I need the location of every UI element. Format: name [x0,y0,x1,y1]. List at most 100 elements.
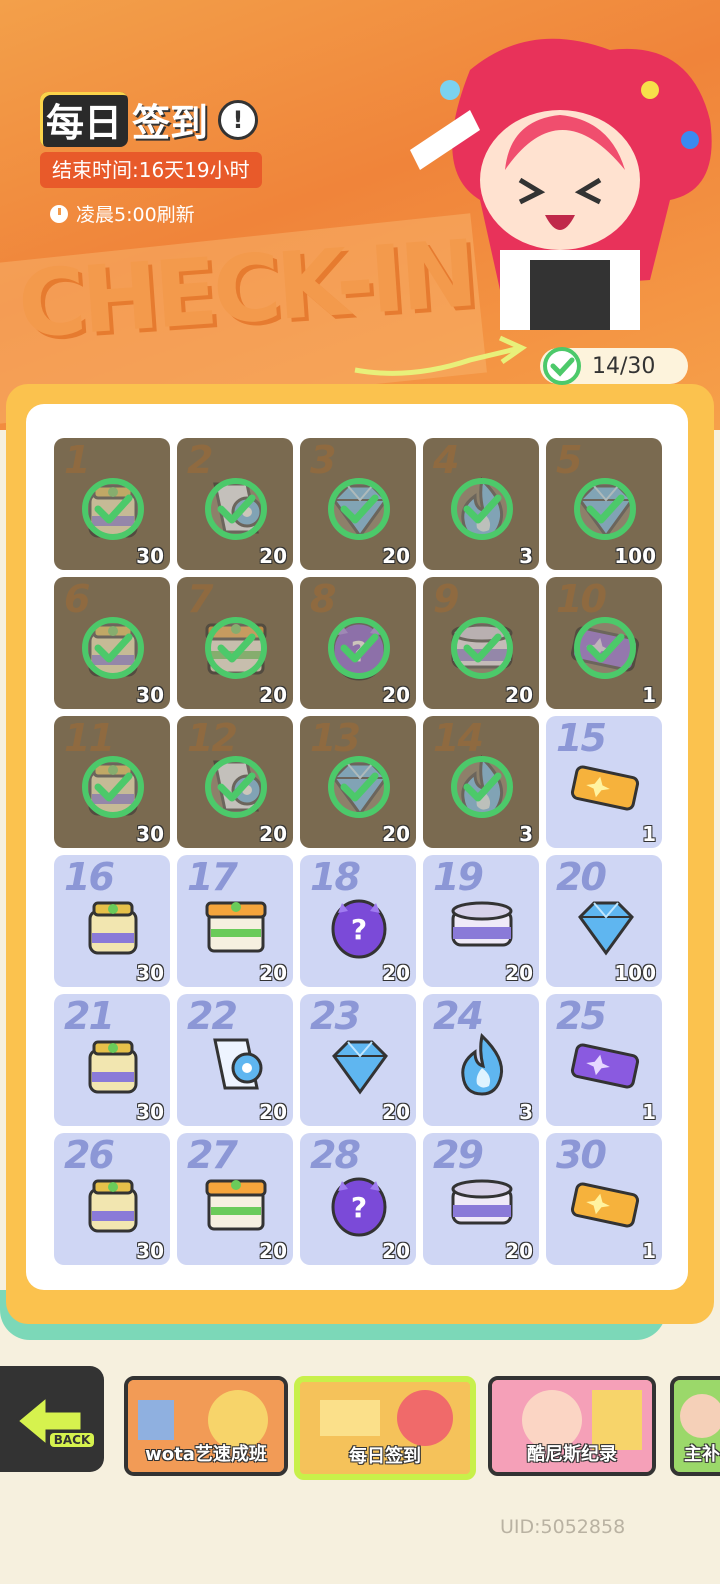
claimed-check-icon [451,756,513,818]
back-label: BACK [49,1433,95,1447]
reward-quantity: 30 [136,822,164,846]
reward-quantity: 20 [505,683,533,707]
reward-quantity: 20 [382,961,410,985]
reward-quantity: 1 [642,1239,656,1263]
reward-day-8: 8?20 [300,577,416,709]
reward-quantity: 20 [259,1239,287,1263]
claimed-check-icon [451,617,513,679]
reward-day-16[interactable]: 16 30 [54,855,170,987]
reward-day-17[interactable]: 17 20 [177,855,293,987]
reward-day-3: 3 20 [300,438,416,570]
box-icon [205,901,267,953]
refresh-text: 凌晨5:00刷新 [76,204,195,226]
reward-quantity: 20 [259,544,287,568]
reward-quantity: 20 [382,1239,410,1263]
can-icon [451,901,513,947]
reward-quantity: 1 [642,822,656,846]
reward-quantity: 1 [642,1100,656,1124]
reward-day-19[interactable]: 19 20 [423,855,539,987]
flame-icon [461,1033,504,1096]
mascot-illustration [410,38,712,330]
reward-day-15[interactable]: 15 1 [546,716,662,848]
reward-day-29[interactable]: 29 20 [423,1133,539,1265]
reward-day-22[interactable]: 22 20 [177,994,293,1126]
reward-day-6: 6 30 [54,577,170,709]
reward-quantity: 20 [259,1100,287,1124]
checkin-progress: 14/30 [540,347,688,385]
reward-quantity: 100 [614,961,656,985]
tab-kunis-record[interactable]: 酷尼斯纪录 [488,1376,656,1476]
reward-day-30[interactable]: 30 1 [546,1133,662,1265]
reward-day-4: 43 [423,438,539,570]
jar-icon [88,1040,138,1094]
title-part-1: 每日 [40,92,129,147]
reward-day-25[interactable]: 25 1 [546,994,662,1126]
diamond-icon [332,1040,388,1095]
svg-text:?: ? [351,1191,367,1224]
reward-day-20[interactable]: 20 100 [546,855,662,987]
back-button[interactable]: BACK [0,1366,104,1472]
mystery-egg-icon: ? [331,1177,387,1237]
end-time-label: 结束时间:16天19小时 [40,152,262,188]
claimed-check-icon [205,617,267,679]
reward-day-23[interactable]: 23 20 [300,994,416,1126]
info-button[interactable]: ! [218,99,259,140]
reward-quantity: 3 [519,544,533,568]
claimed-check-icon [205,478,267,540]
claimed-check-icon [205,756,267,818]
reward-quantity: 1 [642,683,656,707]
purple-ticket-icon [570,1043,640,1089]
reward-quantity: 3 [519,1100,533,1124]
reward-day-11: 11 30 [54,716,170,848]
reward-day-18[interactable]: 18? 20 [300,855,416,987]
reward-day-27[interactable]: 27 20 [177,1133,293,1265]
jar-icon [88,901,138,955]
title-part-2: 签到 [132,101,209,145]
tab-wota-course[interactable]: wota艺速成班 [124,1376,288,1476]
reward-quantity: 20 [505,961,533,985]
claimed-check-icon [574,617,636,679]
tab-daily-checkin[interactable]: 每日签到 [294,1376,476,1480]
tab-label: 每日签到 [349,1446,421,1467]
progress-count: 14/30 [592,353,656,379]
clock-icon [50,204,68,223]
tab-label: 主补 [684,1444,720,1465]
reward-quantity: 20 [259,683,287,707]
reward-day-26[interactable]: 26 30 [54,1133,170,1265]
reward-quantity: 20 [505,1239,533,1263]
svg-text:?: ? [351,913,367,946]
reward-quantity: 20 [259,822,287,846]
reward-day-24[interactable]: 24 3 [423,994,539,1126]
reward-day-21[interactable]: 21 30 [54,994,170,1126]
reward-day-10: 10 1 [546,577,662,709]
gold-ticket-icon [570,1182,640,1228]
reward-quantity: 20 [382,1100,410,1124]
claimed-check-icon [82,617,144,679]
claimed-check-icon [328,756,390,818]
reward-day-2: 2 20 [177,438,293,570]
reward-day-7: 7 20 [177,577,293,709]
reward-quantity: 20 [382,822,410,846]
claimed-check-icon [82,756,144,818]
refresh-info: 凌晨5:00刷新 [50,200,195,227]
box-icon [205,1179,267,1231]
tab-label: 酷尼斯纪录 [527,1444,617,1465]
reward-day-28[interactable]: 28? 20 [300,1133,416,1265]
page-title: 每日 签到 ! [40,92,259,147]
reward-day-14: 14 3 [423,716,539,848]
diamond-icon [578,901,634,956]
check-icon [543,347,581,385]
arrow-decoration-icon [354,335,528,376]
reward-quantity: 100 [614,544,656,568]
bottom-nav: BACK wota艺速成班 每日签到 酷尼斯纪录 主补 [0,1366,720,1480]
reward-quantity: 30 [136,544,164,568]
can-icon [451,1179,513,1225]
tab-label: wota艺速成班 [145,1444,267,1465]
reward-quantity: 20 [259,961,287,985]
jar-icon [88,1179,138,1233]
claimed-check-icon [451,478,513,540]
reward-day-12: 12 20 [177,716,293,848]
tab-main-partial[interactable]: 主补 [670,1376,720,1476]
reward-quantity: 20 [382,544,410,568]
mystery-egg-icon: ? [331,899,387,959]
